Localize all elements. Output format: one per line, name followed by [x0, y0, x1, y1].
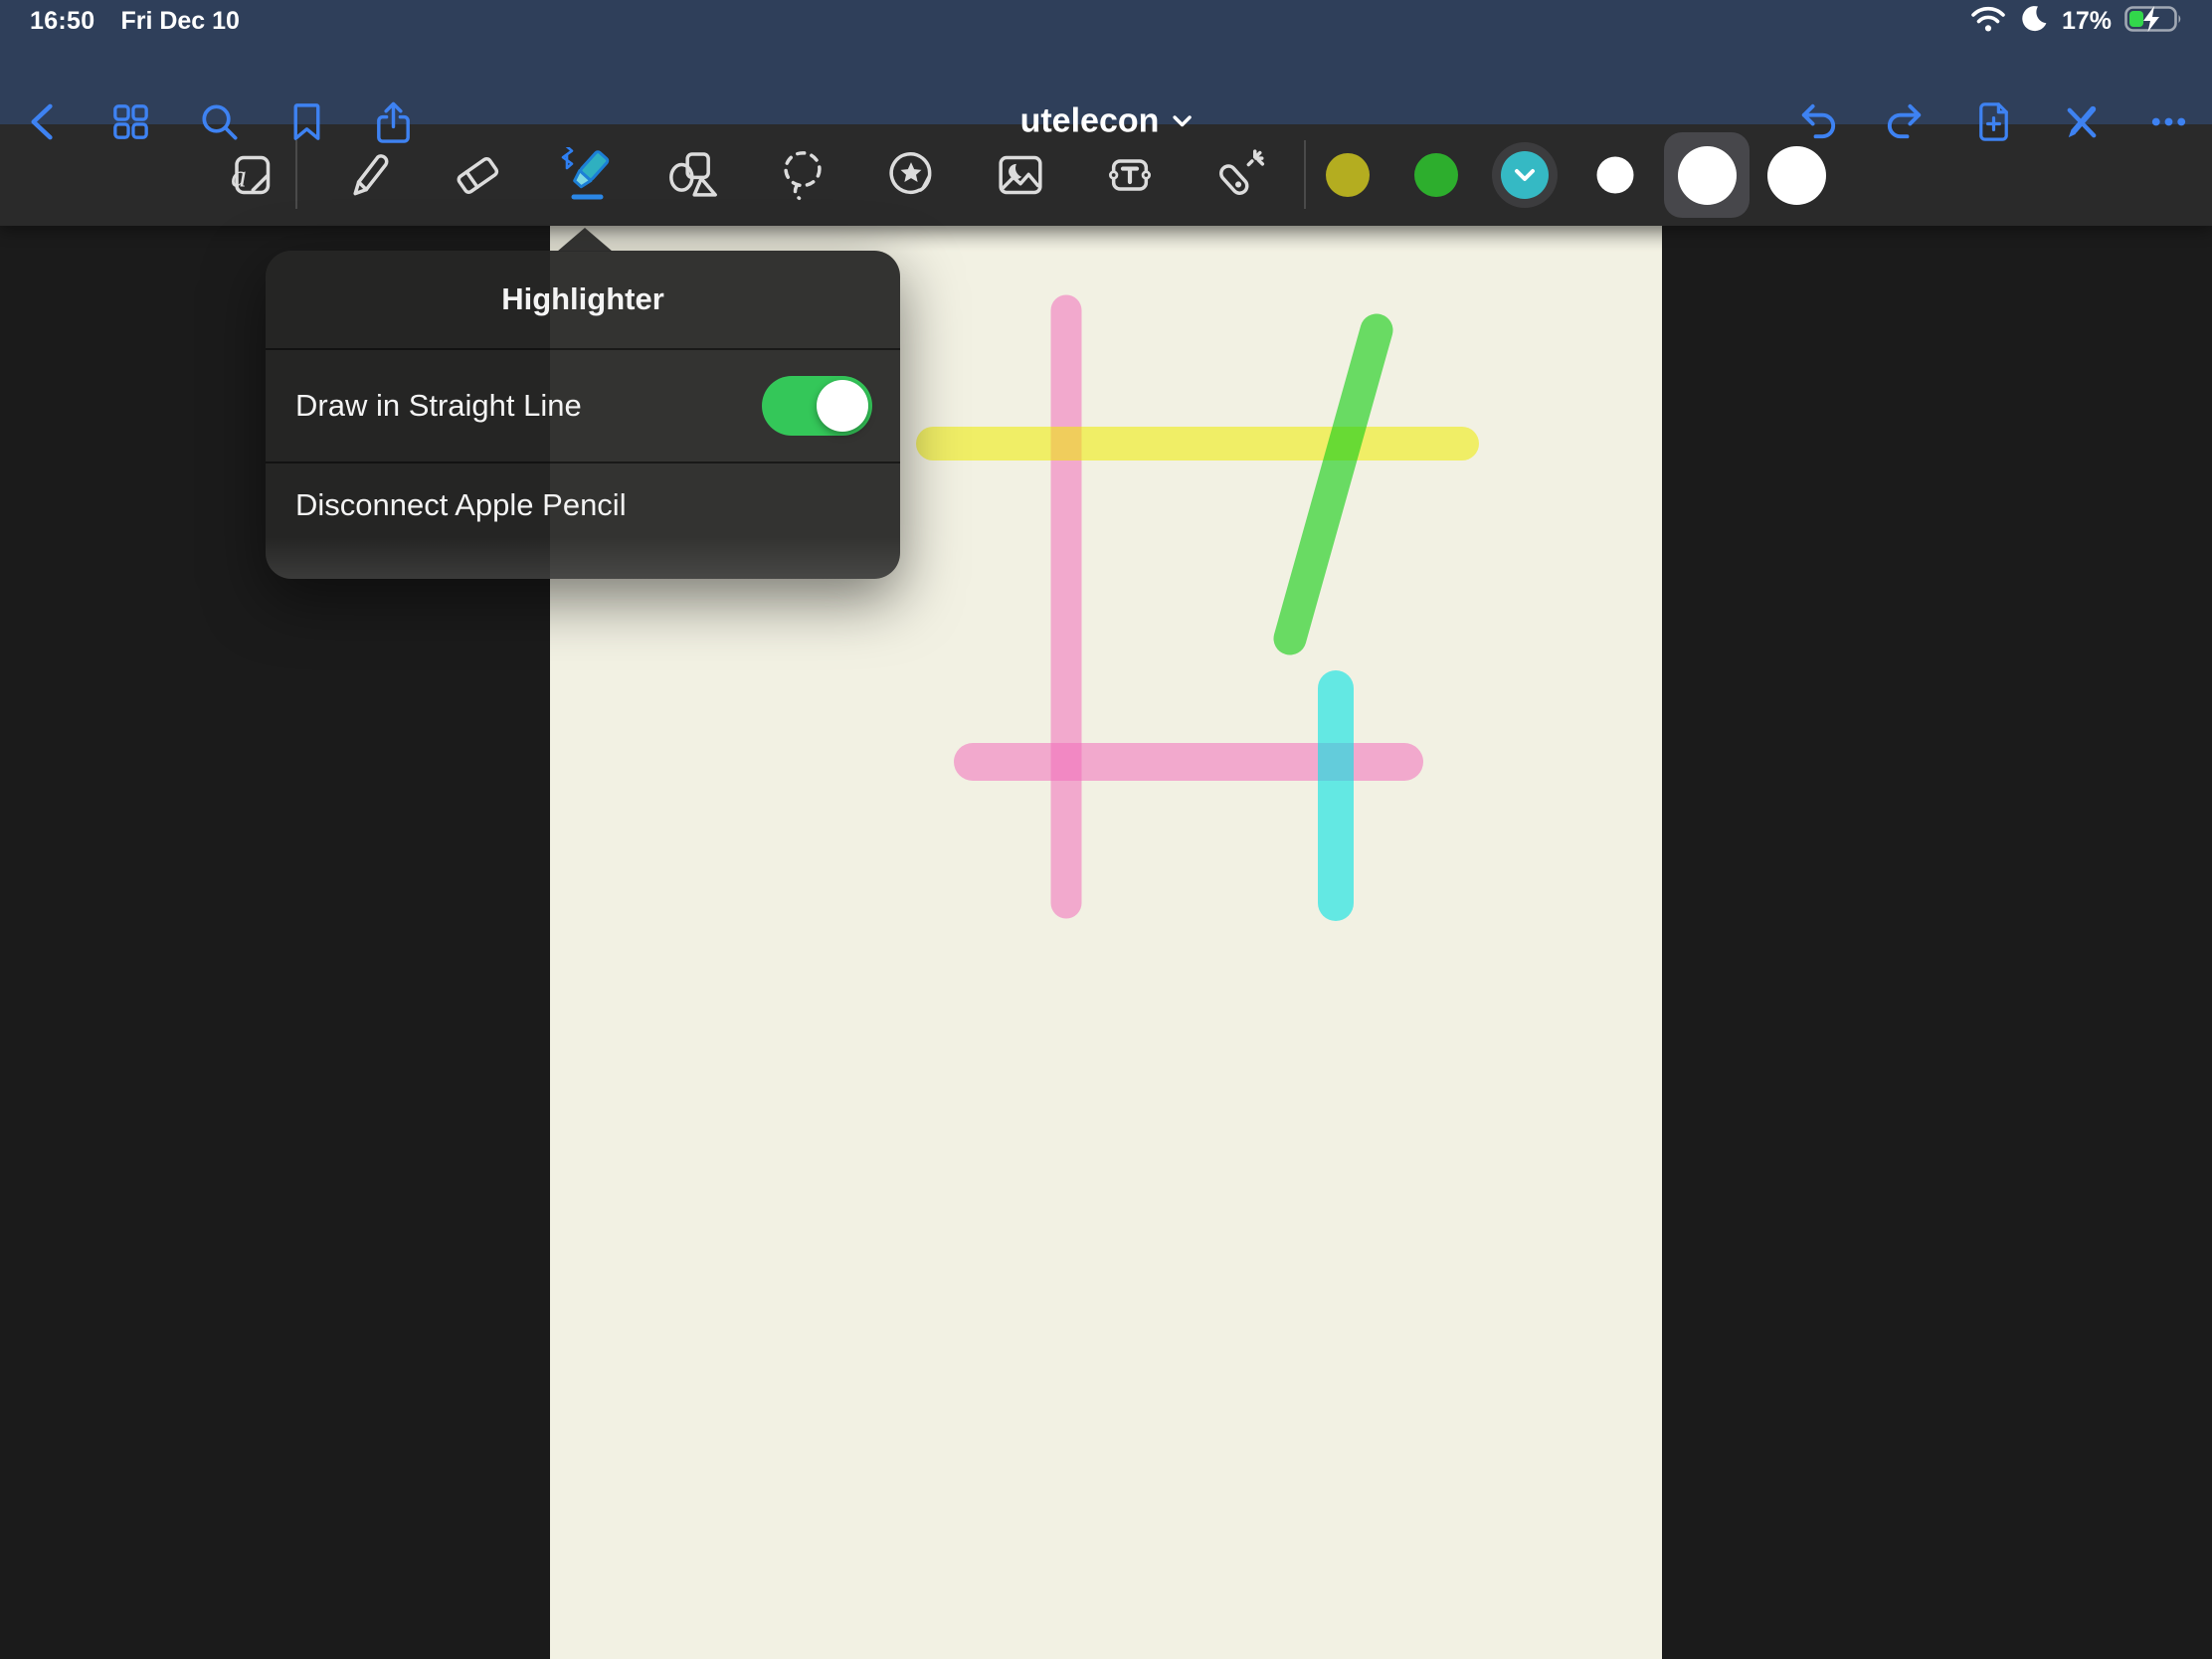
straight-line-row: Draw in Straight Line: [266, 350, 900, 461]
pages-overview-button[interactable]: [94, 86, 166, 157]
color-swatch-green[interactable]: [1414, 153, 1458, 197]
image-icon: [993, 147, 1048, 203]
color-swatch-teal-selected[interactable]: [1492, 142, 1558, 208]
sticker-icon: [883, 147, 939, 203]
color-swatch-white[interactable]: [1597, 157, 1634, 194]
sticker-tool[interactable]: [873, 133, 949, 217]
back-chevron-icon: [21, 98, 68, 145]
toolbar-divider: [1304, 140, 1306, 209]
shapes-icon: [665, 147, 721, 203]
text-icon: [1102, 147, 1158, 203]
straight-line-toggle[interactable]: [762, 376, 872, 436]
image-tool[interactable]: [983, 133, 1058, 217]
back-button[interactable]: [8, 86, 80, 157]
moon-icon: [2019, 4, 2049, 39]
laser-pointer-tool[interactable]: [1201, 133, 1277, 217]
text-tool[interactable]: [1092, 133, 1168, 217]
document-title: utelecon: [1020, 102, 1160, 141]
highlighter-icon: [557, 147, 613, 203]
goodnotes-app: 16:50 Fri Dec 10 17%: [0, 0, 2212, 1659]
search-icon: [196, 98, 243, 145]
pages-grid-icon: [107, 98, 154, 145]
content-area: Highlighter Draw in Straight Line Discon…: [0, 226, 2212, 1659]
document-title-button[interactable]: utelecon: [1020, 102, 1193, 141]
more-menu-button[interactable]: [2132, 86, 2204, 157]
chevron-down-icon: [1514, 168, 1536, 182]
nav-bar: 16:50 Fri Dec 10 17%: [0, 0, 2212, 124]
shapes-tool[interactable]: [655, 133, 731, 217]
chevron-down-icon: [1172, 115, 1192, 128]
battery-percent: 17%: [2062, 7, 2112, 36]
pen-crossed-icon: [2058, 98, 2105, 145]
bookmark-button[interactable]: [271, 86, 342, 157]
lasso-icon: [775, 147, 830, 203]
ellipsis-icon: [2145, 98, 2192, 145]
status-date: Fri Dec 10: [120, 7, 240, 36]
undo-button[interactable]: [1781, 86, 1853, 157]
disconnect-pencil-label: Disconnect Apple Pencil: [295, 463, 627, 547]
stop-editing-button[interactable]: [2045, 86, 2117, 157]
lasso-tool[interactable]: [765, 133, 840, 217]
highlighter-tool[interactable]: [547, 133, 623, 217]
eraser-icon: [450, 147, 505, 203]
toggle-knob: [817, 380, 868, 432]
stroke-size-1-selected[interactable]: [1664, 132, 1750, 218]
search-button[interactable]: [183, 86, 255, 157]
stroke-green-diagonal: [1290, 330, 1377, 639]
share-button[interactable]: [357, 86, 429, 157]
popover-arrow: [557, 228, 613, 252]
wifi-icon: [1970, 5, 2006, 38]
popover-title: Highlighter: [266, 251, 900, 348]
status-time: 16:50: [30, 7, 94, 36]
add-page-button[interactable]: [1957, 86, 2029, 157]
highlighter-popover: Highlighter Draw in Straight Line Discon…: [266, 251, 900, 579]
redo-icon: [1882, 98, 1929, 145]
svg-text:a: a: [231, 159, 247, 194]
nav-row: utelecon: [0, 40, 2212, 124]
bookmark-icon: [283, 98, 330, 145]
color-swatch-olive-yellow[interactable]: [1326, 153, 1370, 197]
status-bar: 16:50 Fri Dec 10 17%: [0, 0, 2212, 40]
add-page-icon: [1970, 98, 2017, 145]
undo-icon: [1794, 98, 1841, 145]
share-icon: [370, 98, 417, 145]
redo-button[interactable]: [1869, 86, 1940, 157]
laser-pointer-icon: [1211, 147, 1267, 203]
eraser-tool[interactable]: [440, 133, 515, 217]
battery-charging-icon: [2124, 4, 2186, 39]
straight-line-label: Draw in Straight Line: [295, 350, 582, 461]
disconnect-pencil-row[interactable]: Disconnect Apple Pencil: [266, 463, 900, 579]
